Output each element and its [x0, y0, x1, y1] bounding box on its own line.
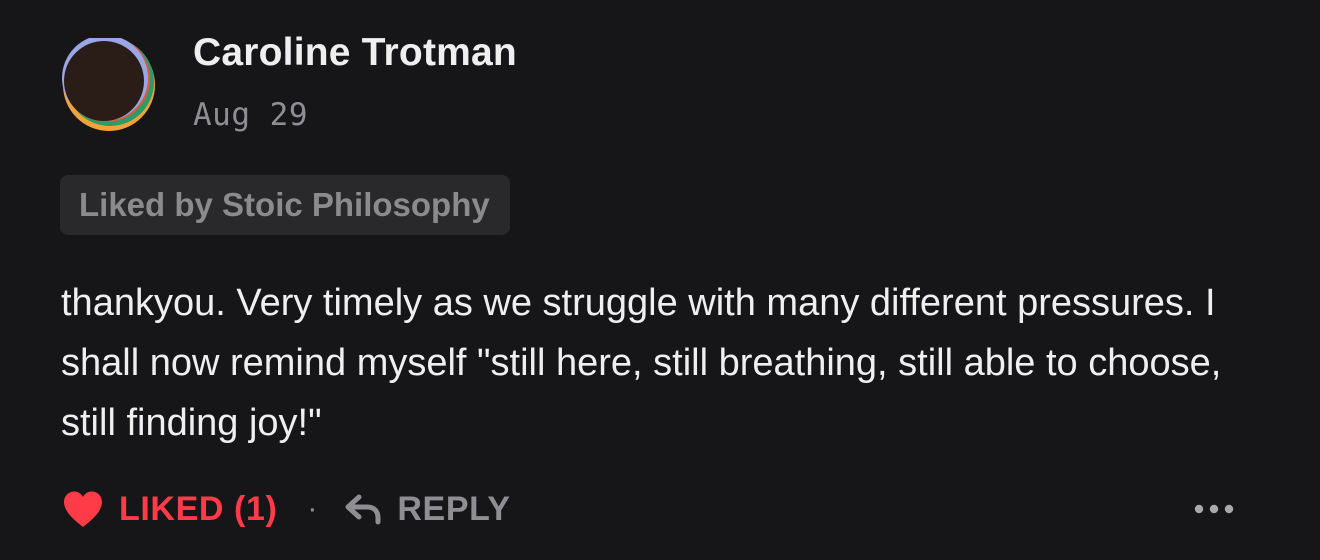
author-name[interactable]: Caroline Trotman [193, 31, 517, 75]
more-dots-icon [1194, 504, 1234, 514]
more-options-button[interactable] [1194, 496, 1234, 522]
comment-body: thankyou. Very timely as we struggle wit… [61, 282, 1222, 444]
heart-icon [62, 490, 104, 528]
like-label: LIKED (1) [119, 489, 278, 528]
comment-actions: LIKED (1) · REPLY [62, 484, 511, 534]
comment-card: Caroline Trotman Aug 29 Liked by Stoic P… [0, 0, 1320, 560]
comment-date[interactable]: Aug 29 [193, 97, 308, 133]
reply-arrow-icon [345, 493, 381, 525]
like-button[interactable]: LIKED (1) [62, 490, 277, 529]
reply-label: REPLY [397, 489, 511, 528]
action-separator: · [307, 492, 318, 525]
liked-by-badge: Liked by Stoic Philosophy [60, 175, 510, 235]
reply-button[interactable]: REPLY [345, 490, 510, 529]
avatar-image [62, 35, 155, 131]
avatar[interactable] [62, 35, 156, 132]
